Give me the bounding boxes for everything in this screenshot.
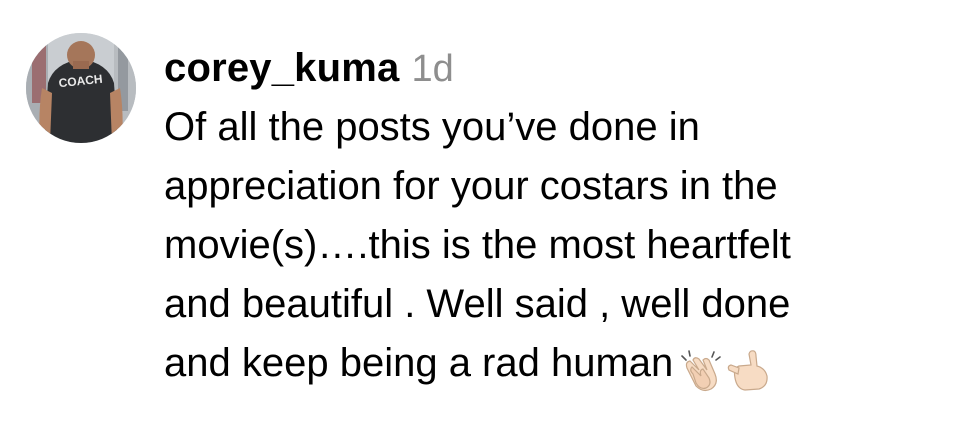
avatar[interactable]: COACH — [26, 33, 136, 143]
username-link[interactable]: corey_kuma — [164, 40, 399, 96]
emoji-group — [679, 340, 771, 399]
clapping-hands-icon — [681, 350, 722, 392]
avatar-image: COACH — [26, 33, 136, 143]
comment-item: COACH corey_kuma 1d Of all the posts you… — [0, 0, 980, 427]
comment-text-last-line: and keep being a rad human — [164, 334, 964, 399]
call-me-hand-icon — [728, 350, 768, 392]
comment-text-line: Of all the posts you’ve done in — [164, 105, 700, 149]
comment-header: corey_kuma 1d — [164, 40, 964, 96]
comment-body: corey_kuma 1d Of all the posts you’ve do… — [164, 40, 964, 399]
comment-text-line: movie(s)….this is the most heartfelt — [164, 223, 791, 267]
comment-text-line: and beautiful . Well said , well done — [164, 282, 791, 326]
comment-text-line: and keep being a rad human — [164, 341, 674, 385]
comment-text: Of all the posts you’ve done in apprecia… — [164, 98, 964, 399]
comment-timestamp[interactable]: 1d — [411, 41, 453, 97]
comment-text-line: appreciation for your costars in the — [164, 164, 778, 208]
